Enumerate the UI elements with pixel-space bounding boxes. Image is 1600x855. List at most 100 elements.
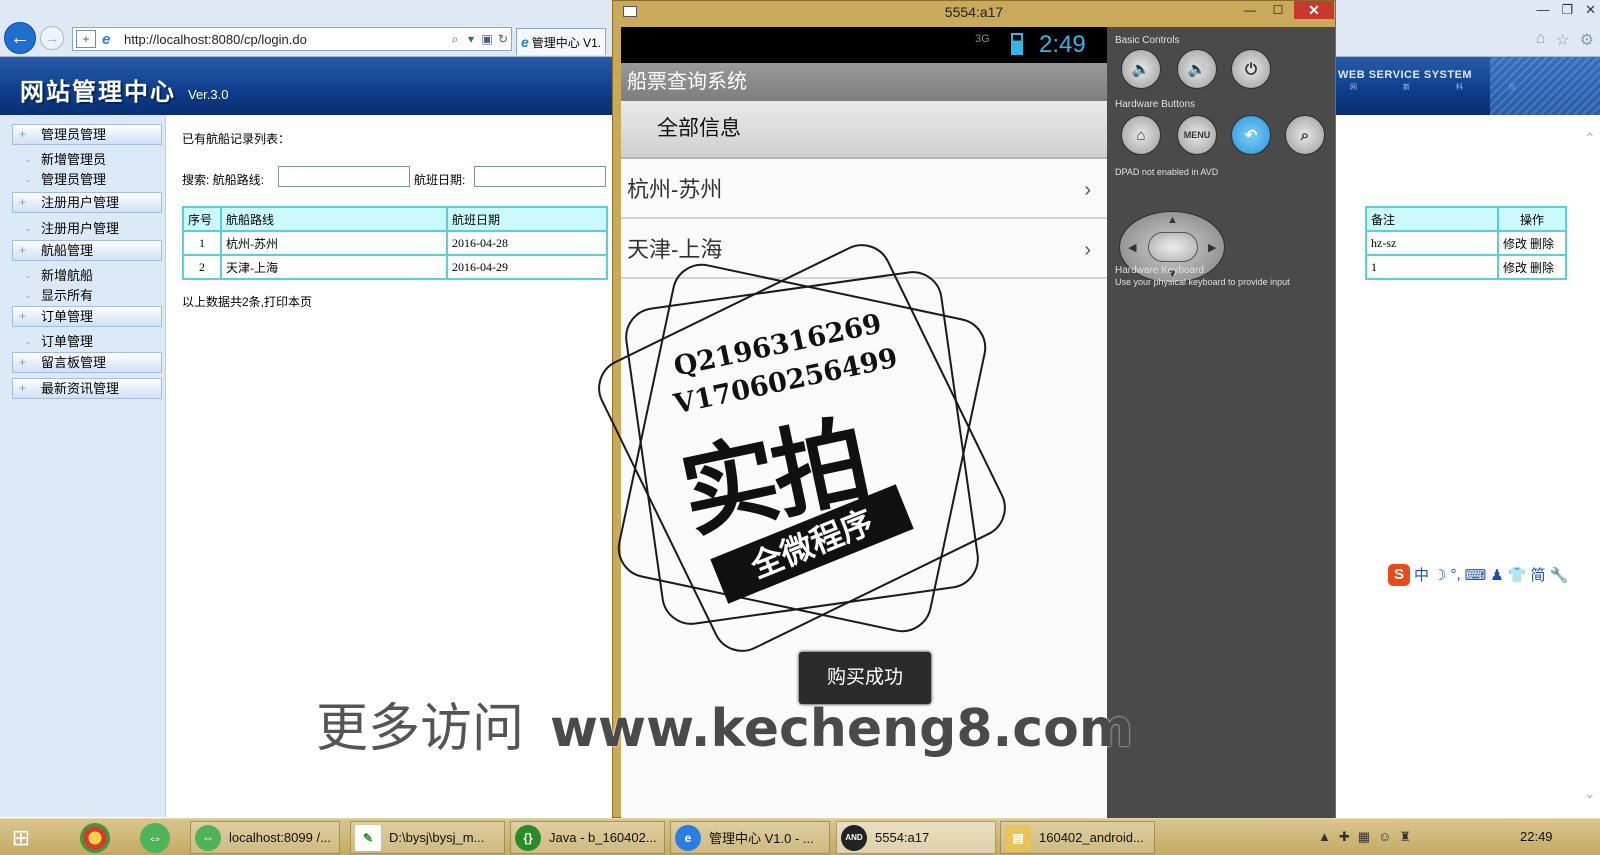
wrench-icon[interactable]: 🔧 [1549,566,1568,584]
ime-mode-simplified[interactable]: 简 [1530,564,1545,585]
menu-orders-list[interactable]: 订单管理 [26,334,93,350]
menu-users-list[interactable]: 注册用户管理 [26,221,119,237]
table-row: 1 修改 删除 [1365,254,1567,280]
route-list-item[interactable]: 天津-上海 › [621,221,1107,279]
col-date: 航班日期 [446,206,608,232]
dpad-up-icon[interactable]: ▲ [1167,214,1178,226]
favorites-star-icon[interactable]: ☆ [1555,30,1569,50]
ime-mode-cn[interactable]: 中 [1414,564,1429,585]
tab-all-info[interactable]: 全部信息 [621,101,1107,159]
emulator-maximize-button[interactable]: ☐ [1266,3,1290,19]
system-tray: ▲ ✚ ▦ ☺ ♜ [1318,829,1411,845]
power-button[interactable]: ⏻ [1231,49,1271,89]
qq-icon[interactable]: ☺ [1378,829,1391,845]
taskbar-item-label: localhost:8099 /... [229,830,331,845]
address-bar[interactable]: + e http://localhost:8080/cp/login.do ⌕ … [72,27,512,51]
chevron-right-icon: › [1084,179,1091,201]
compat-icon[interactable]: ▣ [479,32,495,46]
start-button[interactable]: ⊞ [8,825,34,851]
back-button[interactable]: ← [4,22,36,54]
taskbar-item[interactable]: {} Java - b_160402... [510,821,665,854]
table-row: 1 杭州-苏州 2016-04-28 [182,230,608,256]
android-status-bar: 3G 2:49 [621,27,1107,63]
notepad-icon: ✎ [355,824,381,851]
taskbar-item[interactable]: AND 5554:a17 [836,821,996,854]
restore-icon[interactable]: ❐ [1561,2,1573,18]
search-button[interactable]: ⌕ [1285,115,1325,155]
dpad-left-icon[interactable]: ◀ [1128,241,1136,254]
sogou-logo-icon[interactable]: S [1388,563,1410,586]
date-search-input[interactable] [474,166,606,187]
keyboard-title: Hardware Keyboard [1115,265,1204,276]
taskbar-clock[interactable]: 22:49 [1520,829,1553,844]
punct-icon[interactable]: °, [1450,566,1460,583]
refresh-icon[interactable]: ↻ [495,32,511,46]
list-title: 已有航船记录列表： [182,132,291,146]
scroll-down-icon[interactable]: ⌄ [1584,785,1596,802]
table-header-row: 备注 操作 [1365,206,1567,232]
cell-route: 杭州-苏州 [220,230,448,256]
edit-link[interactable]: 修改 [1503,237,1527,251]
chrome-taskbar-icon[interactable] [80,823,110,853]
tray-expand-icon[interactable]: ▲ [1318,829,1331,845]
cell-date: 2016-04-28 [446,230,608,256]
forward-button[interactable]: → [40,26,64,50]
tray-app-icon[interactable]: ✚ [1339,829,1350,845]
emulator-minimize-button[interactable]: — [1238,3,1262,19]
table-footer[interactable]: 以上数据共2条,打印本页 [182,293,312,310]
home-icon[interactable]: ⌂ [1536,30,1546,50]
menu-button[interactable]: MENU [1177,115,1217,155]
taskbar-item[interactable]: ⇔ localhost:8099 /... [190,821,340,854]
delete-link[interactable]: 删除 [1530,237,1554,251]
route-label: 杭州-苏州 [627,177,723,202]
menu-ships[interactable]: 航船管理 [12,240,162,261]
app-taskbar-icon[interactable]: ⇔ [140,823,170,853]
menu-show-all[interactable]: 显示所有 [26,288,93,304]
browser-tab[interactable]: e 管理中心 V1. [516,28,606,55]
route-list-item[interactable]: 杭州-苏州 › [621,161,1107,219]
tray-user-icon[interactable]: ♜ [1399,829,1411,845]
back-icon: ↶ [1244,127,1258,144]
page-icon[interactable]: + [76,30,96,48]
home-icon: ⌂ [1136,126,1146,144]
network-icon[interactable]: ▦ [1358,829,1370,845]
settings-gear-icon[interactable]: ⚙ [1580,30,1594,50]
menu-admin[interactable]: 管理员管理 [12,124,162,145]
menu-users[interactable]: 注册用户管理 [12,192,162,213]
close-icon[interactable]: ✕ [1585,2,1596,18]
ship-table-right: 备注 操作 hz-sz 修改 删除 1 修改 删除 [1365,206,1567,280]
url-text[interactable]: http://localhost:8080/cp/login.do [124,32,447,47]
menu-orders[interactable]: 订单管理 [12,306,162,327]
shirt-icon[interactable]: 👕 [1508,566,1527,584]
taskbar-item[interactable]: ▤ 160402_android... [1000,821,1155,854]
dropdown-icon[interactable]: ▾ [463,32,479,46]
col-index: 序号 [182,206,222,232]
volume-up-button[interactable]: 🔊 [1177,49,1217,89]
emulator-close-button[interactable]: ✕ [1294,1,1334,19]
cms-version: Ver.3.0 [188,87,229,102]
menu-add-ship[interactable]: 新增航船 [26,268,93,284]
taskbar-item[interactable]: ✎ D:\bysj\bysj_m... [350,821,505,854]
keyboard-icon[interactable]: ⌨ [1465,566,1487,584]
dpad-center-button[interactable] [1148,232,1198,262]
search-icon[interactable]: ⌕ [447,32,463,47]
taskbar-item[interactable]: e 管理中心 V1.0 - ... [670,821,830,854]
menu-guestbook[interactable]: 留言板管理 [12,352,162,373]
android-back-button[interactable]: ↶ [1231,115,1271,155]
power-icon: ⏻ [1245,60,1257,78]
home-button[interactable]: ⌂ [1121,115,1161,155]
menu-news[interactable]: 最新资讯管理 [12,378,162,399]
delete-link[interactable]: 删除 [1530,261,1554,275]
page-scrollbar[interactable]: ⌃ ⌄ [1584,130,1600,802]
ie-logo-icon: e [102,30,111,48]
edit-link[interactable]: 修改 [1503,261,1527,275]
moon-icon[interactable]: ☽ [1433,566,1446,584]
menu-add-admin[interactable]: 新增管理员 [26,152,106,168]
dpad-right-icon[interactable]: ▶ [1208,241,1216,254]
scroll-up-icon[interactable]: ⌃ [1584,130,1600,147]
menu-admin-list[interactable]: 管理员管理 [26,172,106,188]
route-search-input[interactable] [278,166,410,187]
user-icon[interactable]: ♟ [1490,566,1503,584]
volume-down-button[interactable]: 🔈 [1121,49,1161,89]
minimize-icon[interactable]: — [1536,2,1549,18]
